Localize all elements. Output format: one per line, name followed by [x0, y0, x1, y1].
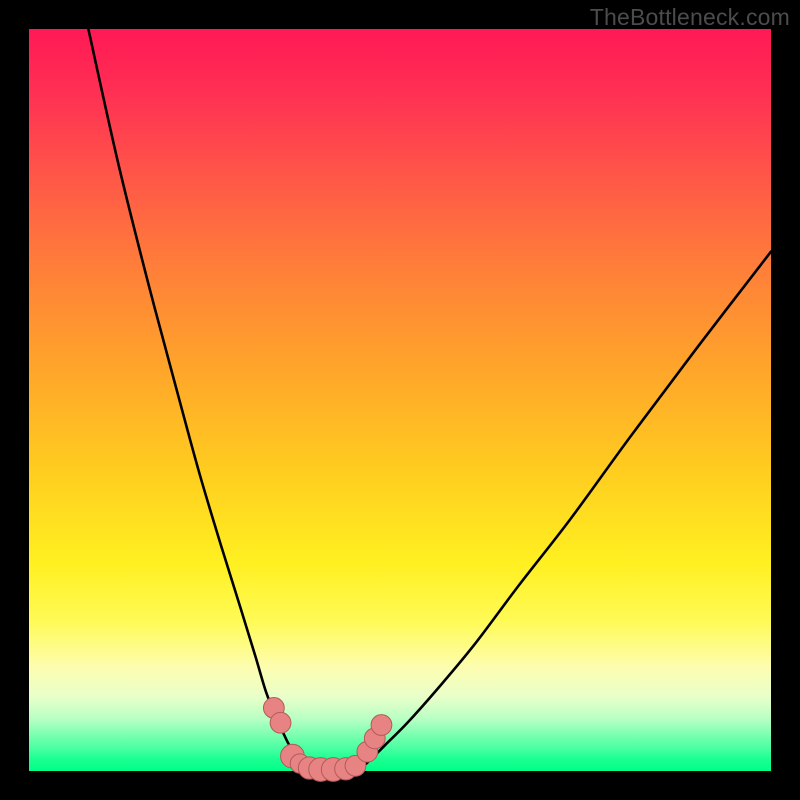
- chart-plot-area: [29, 29, 771, 771]
- chart-frame: TheBottleneck.com: [0, 0, 800, 800]
- watermark-text: TheBottleneck.com: [590, 4, 790, 31]
- data-marker: [270, 712, 291, 733]
- data-marker: [371, 715, 392, 736]
- bottleneck-curve: [88, 29, 771, 771]
- chart-svg: [29, 29, 771, 771]
- data-markers: [263, 698, 391, 782]
